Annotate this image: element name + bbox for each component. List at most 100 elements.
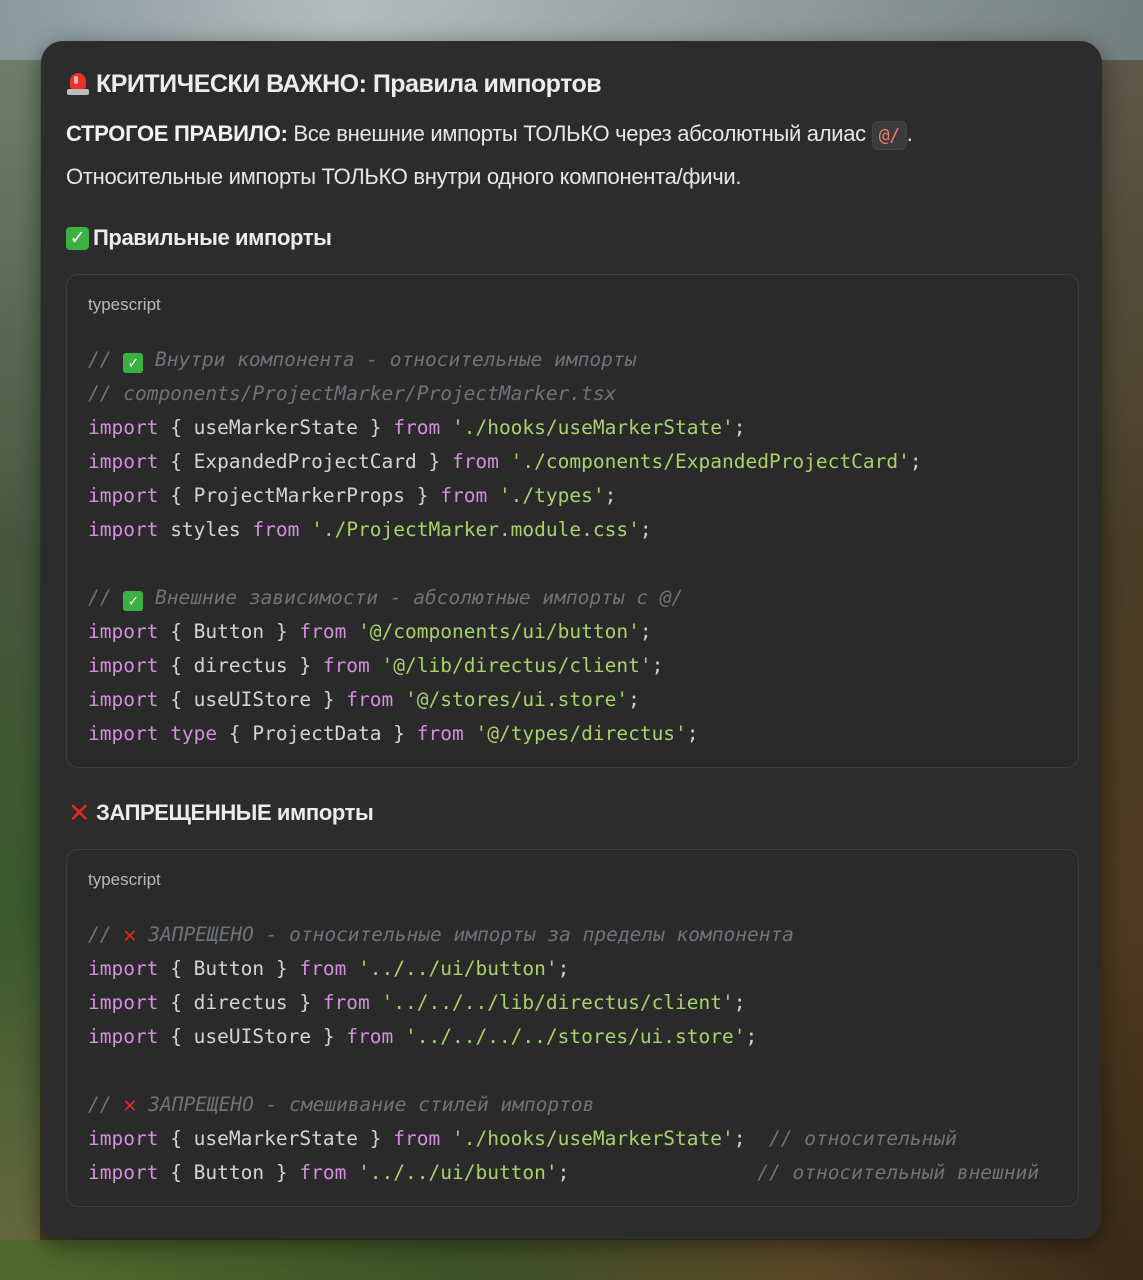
code-comment: // ✕ ЗАПРЕЩЕНО - смешивание стилей импор… <box>88 1093 594 1118</box>
keyword-import: import <box>88 518 159 541</box>
keyword-import: import <box>88 1025 159 1048</box>
import-path: '../../../lib/directus/client' <box>381 991 734 1014</box>
code-line: import type { ProjectData } from '@/type… <box>88 717 1078 751</box>
code-comment: // ✓ Внутри компонента - относительные и… <box>88 348 637 373</box>
keyword-from: from <box>299 620 347 643</box>
code-semicolon: ; <box>557 1161 758 1184</box>
comment-prefix: // <box>88 348 124 371</box>
cross-mark-icon: ✕ <box>123 1093 137 1118</box>
code-semicolon: ; <box>733 1127 769 1150</box>
code-block-correct[interactable]: typescript // ✓ Внутри компонента - отно… <box>66 274 1079 768</box>
import-specifier: { ProjectMarkerProps } <box>158 484 441 507</box>
code-content[interactable]: // ✓ Внутри компонента - относительные и… <box>88 343 1078 751</box>
code-semicolon: ; <box>557 957 570 980</box>
keyword-from: from <box>393 416 441 439</box>
page-title-text: КРИТИЧЕСКИ ВАЖНО: Правила импортов <box>96 69 602 98</box>
keyword-import: import <box>88 620 159 643</box>
trailing-comment: // относительный внешний <box>757 1161 1040 1184</box>
comment-prefix: // <box>88 923 124 946</box>
import-path: '../../../../stores/ui.store' <box>405 1025 746 1048</box>
code-line: // ✕ ЗАПРЕЩЕНО - относительные импорты з… <box>88 918 1078 952</box>
code-block-forbidden[interactable]: typescript // ✕ ЗАПРЕЩЕНО - относительны… <box>66 849 1079 1207</box>
siren-icon <box>66 71 90 97</box>
import-path: '../../ui/button' <box>358 957 558 980</box>
keyword-import: import <box>88 450 159 473</box>
keyword-type: type <box>158 722 218 745</box>
code-line: import { Button } from '../../ui/button'… <box>88 1156 1078 1190</box>
code-line: // ✕ ЗАПРЕЩЕНО - смешивание стилей импор… <box>88 1088 1078 1122</box>
import-specifier: styles <box>158 518 253 541</box>
code-line: // ✓ Внешние зависимости - абсолютные им… <box>88 581 1078 615</box>
cross-mark-icon: ✕ <box>67 798 91 828</box>
page-title: КРИТИЧЕСКИ ВАЖНО: Правила импортов <box>66 67 1078 101</box>
check-mark-icon: ✓ <box>66 226 89 250</box>
import-specifier: { directus } <box>158 991 323 1014</box>
section-heading-forbidden-text: ЗАПРЕЩЕННЫЕ импорты <box>96 800 374 825</box>
keyword-import: import <box>88 484 159 507</box>
import-specifier: { Button } <box>158 1161 300 1184</box>
keyword-from: from <box>252 518 300 541</box>
code-semicolon: ; <box>651 654 664 677</box>
import-path: '@/components/ui/button' <box>358 620 640 643</box>
check-mark-icon: ✓ <box>123 591 144 611</box>
import-specifier: { useMarkerState } <box>158 1127 394 1150</box>
check-mark-icon: ✓ <box>123 353 144 373</box>
import-specifier: { useUIStore } <box>158 1025 347 1048</box>
import-path: './ProjectMarker.module.css' <box>311 518 640 541</box>
import-path: './hooks/useMarkerState' <box>451 416 734 439</box>
keyword-import: import <box>88 1161 159 1184</box>
code-content[interactable]: // ✕ ЗАПРЕЩЕНО - относительные импорты з… <box>88 918 1078 1190</box>
keyword-from: from <box>440 484 488 507</box>
code-line: import { directus } from '../../../lib/d… <box>88 986 1078 1020</box>
import-specifier: { useUIStore } <box>158 688 347 711</box>
comment-text: Внешние зависимости - абсолютные импорты… <box>143 586 684 609</box>
keyword-import: import <box>88 957 159 980</box>
import-specifier: { directus } <box>158 654 323 677</box>
comment-text: Внутри компонента - относительные импорт… <box>143 348 637 371</box>
cross-mark-icon: ✕ <box>123 923 137 948</box>
code-line: import { useUIStore } from '@/stores/ui.… <box>88 683 1078 717</box>
keyword-from: from <box>322 654 370 677</box>
code-line: import { ExpandedProjectCard } from './c… <box>88 445 1078 479</box>
import-path: './types' <box>498 484 605 507</box>
import-specifier: { Button } <box>158 620 300 643</box>
section-heading-forbidden: ✕ ЗАПРЕЩЕННЫЕ импорты <box>66 798 1078 828</box>
keyword-from: from <box>451 450 499 473</box>
code-line: import { useMarkerState } from './hooks/… <box>88 1122 1078 1156</box>
import-path: '@/types/directus' <box>475 722 687 745</box>
keyword-from: from <box>299 957 347 980</box>
section-heading-correct-text: Правильные импорты <box>93 225 332 250</box>
alias-code: @/ <box>871 121 907 150</box>
code-line: import { Button } from '../../ui/button'… <box>88 952 1078 986</box>
import-specifier: { Button } <box>158 957 300 980</box>
code-line: // ✓ Внутри компонента - относительные и… <box>88 343 1078 377</box>
background-left <box>0 60 40 1280</box>
intro-paragraph: СТРОГОЕ ПРАВИЛО: Все внешние импорты ТОЛ… <box>66 113 1078 197</box>
import-specifier: { ProjectData } <box>217 722 417 745</box>
code-semicolon: ; <box>733 416 746 439</box>
code-semicolon: ; <box>639 518 652 541</box>
keyword-from: from <box>346 1025 394 1048</box>
code-line: import { ProjectMarkerProps } from './ty… <box>88 479 1078 513</box>
keyword-from: from <box>346 688 394 711</box>
code-semicolon: ; <box>639 620 652 643</box>
import-path: '../../ui/button' <box>358 1161 558 1184</box>
code-line: import { useMarkerState } from './hooks/… <box>88 411 1078 445</box>
import-specifier: { useMarkerState } <box>158 416 394 439</box>
background-bottom <box>0 1240 1143 1280</box>
code-comment: // ✓ Внешние зависимости - абсолютные им… <box>88 586 684 611</box>
background-right <box>1102 60 1143 1280</box>
code-semicolon: ; <box>733 991 746 1014</box>
comment-text: ЗАПРЕЩЕНО - относительные импорты за пре… <box>136 923 794 946</box>
